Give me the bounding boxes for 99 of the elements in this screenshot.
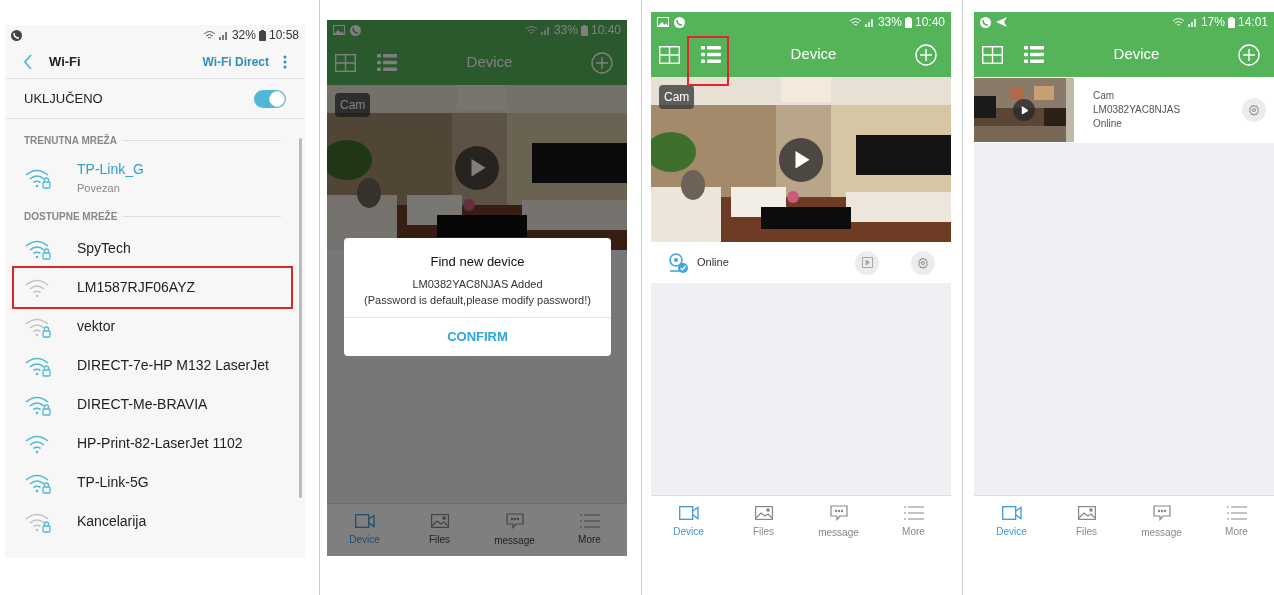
- wifi-icon: [524, 25, 538, 35]
- clock: 14:01: [1237, 14, 1268, 31]
- dialog-note: (Password is default,please modify password!): [364, 293, 591, 308]
- tab[interactable]: message: [813, 504, 864, 540]
- playback-icon: [861, 257, 873, 268]
- network-item[interactable]: TP-Link_G Povezan: [24, 153, 281, 203]
- wifi-icon: [848, 17, 862, 27]
- signal-icon: [864, 17, 875, 27]
- call-icon: [350, 24, 361, 36]
- tab[interactable]: Device: [663, 505, 714, 539]
- network-item[interactable]: vektor: [24, 307, 281, 346]
- screen-title: Device: [1112, 44, 1161, 65]
- tab[interactable]: More: [888, 505, 939, 539]
- dialog-title: Find new device: [430, 253, 525, 271]
- chat-icon: [505, 512, 524, 529]
- image-icon: [1077, 505, 1096, 520]
- tab[interactable]: Files: [1061, 505, 1112, 539]
- gear-icon: [917, 256, 929, 269]
- signal-icon: [540, 25, 551, 35]
- clock: 10:40: [590, 22, 621, 39]
- menu-icon: [579, 513, 600, 528]
- tab[interactable]: More: [564, 513, 615, 547]
- network-item[interactable]: DIRECT-Me-BRAVIA: [24, 385, 281, 424]
- camera-name: Cam: [1093, 89, 1116, 103]
- battery-level: 33%: [553, 22, 578, 39]
- network-item[interactable]: DIRECT-7e-HP M132 LaserJet: [24, 346, 281, 385]
- video-camera-icon: [354, 513, 375, 528]
- image-icon: [754, 505, 773, 520]
- grid-view-icon[interactable]: [659, 45, 680, 64]
- network-item[interactable]: HP-Print-82-LaserJet 1102: [24, 424, 281, 463]
- playback-button[interactable]: [855, 250, 879, 275]
- play-icon: [1019, 105, 1029, 115]
- wifi-icon: [202, 30, 216, 40]
- wifi-icon: [1171, 17, 1185, 27]
- image-icon: [657, 17, 669, 27]
- network-item[interactable]: LM1587RJF06AYZ: [14, 268, 291, 307]
- tab[interactable]: Files: [738, 505, 789, 539]
- video-camera-icon: [678, 505, 699, 520]
- network-item[interactable]: Kancelarija: [24, 502, 281, 541]
- screen-title: Wi-Fi: [49, 52, 81, 71]
- chat-icon: [829, 504, 848, 521]
- call-icon: [674, 16, 685, 28]
- battery-level: 17%: [1200, 14, 1225, 31]
- battery-level: 33%: [877, 14, 902, 31]
- dialog-message: LM0382YAC8NJAS Added: [412, 276, 543, 292]
- tab[interactable]: message: [489, 512, 540, 548]
- battery-icon: [258, 29, 266, 41]
- settings-button[interactable]: [911, 250, 935, 275]
- call-icon: [11, 29, 22, 41]
- image-icon: [430, 513, 449, 528]
- chat-icon: [1152, 504, 1171, 521]
- image-icon: [333, 25, 345, 35]
- send-icon: [996, 17, 1007, 27]
- tab[interactable]: message: [1136, 504, 1187, 540]
- camera-name: Cam: [659, 85, 695, 109]
- wifi-switch[interactable]: [254, 89, 286, 108]
- clock: 10:40: [914, 14, 945, 31]
- signal-icon: [218, 30, 229, 40]
- tab[interactable]: Device: [986, 505, 1037, 539]
- list-view-icon[interactable]: [701, 46, 721, 63]
- tab[interactable]: Files: [414, 513, 465, 547]
- wifi-direct-link[interactable]: Wi-Fi Direct: [202, 52, 269, 71]
- clock: 10:58: [268, 27, 299, 44]
- list-view-icon[interactable]: [377, 54, 397, 71]
- device-status: Online: [1093, 117, 1123, 131]
- network-item[interactable]: TP-Link-5G: [24, 463, 281, 502]
- gear-icon: [1248, 104, 1260, 116]
- toggle-label: UKLJUČENO: [24, 89, 103, 108]
- add-icon[interactable]: [1238, 43, 1260, 66]
- battery-icon: [1227, 16, 1235, 28]
- video-camera-icon: [1001, 505, 1022, 520]
- section-header: DOSTUPNE MREŽE: [24, 209, 118, 224]
- settings-button[interactable]: [1242, 98, 1266, 122]
- list-view-icon[interactable]: [1024, 46, 1044, 63]
- tab[interactable]: More: [1211, 505, 1262, 539]
- screen-title: Device: [789, 44, 838, 65]
- signal-icon: [1187, 17, 1198, 27]
- webcam-check-icon: [667, 251, 689, 274]
- section-header: TRENUTNA MREŽA: [24, 133, 117, 148]
- back-icon[interactable]: [23, 53, 33, 70]
- battery-icon: [904, 16, 912, 28]
- device-item[interactable]: Cam LM0382YAC8NJAS Online: [974, 77, 1274, 143]
- camera-name: Cam: [335, 93, 371, 117]
- call-icon: [980, 16, 991, 28]
- tab[interactable]: Device: [339, 513, 390, 547]
- menu-icon: [903, 505, 924, 520]
- grid-view-icon[interactable]: [335, 53, 356, 72]
- more-icon[interactable]: [283, 54, 287, 69]
- device-serial: LM0382YAC8NJAS: [1093, 103, 1181, 117]
- grid-view-icon[interactable]: [982, 45, 1003, 64]
- battery-level: 32%: [231, 27, 256, 44]
- network-item[interactable]: SpyTech: [24, 229, 281, 268]
- add-icon[interactable]: [591, 51, 613, 74]
- confirm-button[interactable]: CONFIRM: [344, 317, 611, 356]
- device-status: Online: [697, 255, 729, 271]
- battery-icon: [580, 24, 588, 36]
- screen-title: Device: [465, 52, 514, 73]
- add-icon[interactable]: [915, 43, 937, 66]
- menu-icon: [1226, 505, 1247, 520]
